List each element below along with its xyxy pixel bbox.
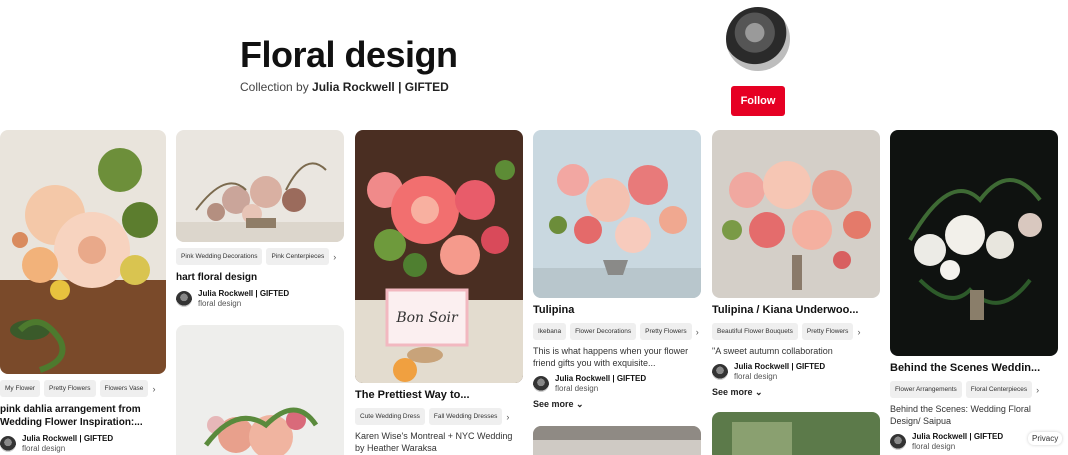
chevron-right-icon[interactable]: › bbox=[506, 412, 509, 422]
tag-chip[interactable]: Pretty Flowers bbox=[640, 323, 692, 340]
pin-title[interactable]: The Prettiest Way to... bbox=[355, 389, 523, 402]
pin-card[interactable]: Tulipina Ikebana Flower Decorations Pret… bbox=[533, 130, 701, 410]
subtitle-prefix: Collection by bbox=[240, 80, 309, 94]
owner-avatar[interactable] bbox=[726, 7, 790, 71]
page-title: Floral design bbox=[240, 34, 458, 75]
avatar bbox=[890, 434, 906, 450]
chevron-right-icon[interactable]: › bbox=[696, 327, 699, 337]
pin-title[interactable]: Tulipina / Kiana Underwoo... bbox=[712, 304, 880, 317]
pin-description: Karen Wise's Montreal + NYC Wedding by H… bbox=[355, 431, 513, 453]
pin-card[interactable]: Bon Soir The Prettiest Way to... Cute We… bbox=[355, 130, 523, 454]
chevron-right-icon[interactable]: › bbox=[857, 327, 860, 337]
tag-chip[interactable]: Flower Decorations bbox=[570, 323, 637, 340]
pin-image[interactable] bbox=[712, 130, 880, 298]
pin-board-name: floral design bbox=[22, 444, 66, 453]
tag-chip[interactable]: Pink Centerpieces bbox=[266, 248, 330, 265]
tag-chip[interactable]: Floral Centerpieces bbox=[965, 381, 1033, 398]
pin-description: Behind the Scenes: Wedding Floral Design… bbox=[890, 404, 1031, 426]
pin-image[interactable] bbox=[0, 130, 166, 374]
pin-board-name: floral design bbox=[198, 299, 242, 308]
pin-user-name: Julia Rockwell | GIFTED bbox=[198, 289, 290, 298]
see-more-label: See more bbox=[712, 387, 753, 397]
pin-image[interactable] bbox=[176, 130, 344, 242]
place-card-text: Bon Soir bbox=[395, 310, 459, 326]
tag-chip[interactable]: Pretty Flowers bbox=[43, 380, 96, 397]
tag-chip[interactable]: Cute Wedding Dress bbox=[355, 408, 425, 425]
board-owner-link[interactable]: Julia Rockwell | GIFTED bbox=[312, 80, 449, 94]
tag-chip[interactable]: My Flower bbox=[0, 380, 40, 397]
pin-title[interactable]: Behind the Scenes Weddin... bbox=[890, 362, 1058, 375]
pin-tags: Cute Wedding Dress Fall Wedding Dresses … bbox=[355, 408, 523, 425]
pin-tags: Pink Wedding Decorations Pink Centerpiec… bbox=[176, 248, 344, 265]
pin-description: This is what happens when your flower fr… bbox=[533, 346, 689, 368]
pin-user-name: Julia Rockwell | GIFTED bbox=[555, 374, 647, 383]
see-more-button[interactable]: See more ⌄ bbox=[712, 387, 880, 398]
pin-board-name: floral design bbox=[734, 372, 778, 381]
board-subtitle: Collection by Julia Rockwell | GIFTED bbox=[240, 80, 449, 94]
pin-user-name: Julia Rockwell | GIFTED bbox=[22, 434, 114, 443]
pin-card[interactable] bbox=[176, 325, 344, 455]
avatar bbox=[712, 364, 728, 380]
pin-attribution[interactable]: Julia Rockwell | GIFTED floral design bbox=[0, 434, 166, 454]
pin-board-name: floral design bbox=[555, 384, 599, 393]
pin-image[interactable] bbox=[533, 130, 701, 298]
tag-chip[interactable]: Flower Arrangements bbox=[890, 381, 962, 398]
pin-user-name: Julia Rockwell | GIFTED bbox=[734, 362, 826, 371]
avatar bbox=[0, 436, 16, 452]
pin-user-name: Julia Rockwell | GIFTED bbox=[912, 432, 1004, 441]
tag-chip[interactable]: Flowers Vase bbox=[99, 380, 149, 397]
pin-tags: Ikebana Flower Decorations Pretty Flower… bbox=[533, 323, 701, 340]
pin-card[interactable] bbox=[712, 412, 880, 455]
chevron-right-icon[interactable]: › bbox=[152, 384, 155, 394]
pin-image[interactable] bbox=[712, 412, 880, 455]
pin-image[interactable]: Bon Soir bbox=[355, 130, 523, 383]
tag-chip[interactable]: Fall Wedding Dresses bbox=[428, 408, 503, 425]
pin-title[interactable]: pink dahlia arrangement from Wedding Flo… bbox=[0, 403, 166, 429]
pin-card[interactable]: Pink Wedding Decorations Pink Centerpiec… bbox=[176, 130, 344, 309]
pin-attribution[interactable]: Julia Rockwell | GIFTED floral design bbox=[712, 362, 880, 382]
tag-chip[interactable]: Pink Wedding Decorations bbox=[176, 248, 263, 265]
privacy-link[interactable]: Privacy bbox=[1028, 432, 1063, 445]
pin-image[interactable] bbox=[890, 130, 1058, 356]
avatar bbox=[533, 376, 549, 392]
follow-button[interactable]: Follow bbox=[731, 86, 785, 116]
chevron-right-icon[interactable]: › bbox=[333, 252, 336, 262]
pin-card[interactable] bbox=[533, 426, 701, 455]
pin-card[interactable]: Behind the Scenes Weddin... Flower Arran… bbox=[890, 130, 1058, 452]
pin-description: "A sweet autumn collaboration bbox=[712, 346, 833, 356]
see-more-button[interactable]: See more ⌄ bbox=[533, 399, 701, 410]
pin-image[interactable] bbox=[533, 426, 701, 455]
avatar bbox=[176, 291, 192, 307]
pin-card[interactable]: Tulipina / Kiana Underwoo... Beautiful F… bbox=[712, 130, 880, 398]
see-more-label: See more bbox=[533, 399, 574, 409]
chevron-right-icon[interactable]: › bbox=[1036, 385, 1039, 395]
pin-card[interactable]: My Flower Pretty Flowers Flowers Vase › … bbox=[0, 130, 166, 454]
tag-chip[interactable]: Ikebana bbox=[533, 323, 567, 340]
chevron-down-icon: ⌄ bbox=[755, 387, 763, 397]
pin-board-name: floral design bbox=[912, 442, 956, 451]
pin-tags: Beautiful Flower Bouquets Pretty Flowers… bbox=[712, 323, 880, 340]
pin-title[interactable]: hart floral design bbox=[176, 271, 344, 284]
pin-tags: My Flower Pretty Flowers Flowers Vase › bbox=[0, 380, 166, 397]
chevron-down-icon: ⌄ bbox=[576, 399, 584, 409]
tag-chip[interactable]: Beautiful Flower Bouquets bbox=[712, 323, 798, 340]
pin-attribution[interactable]: Julia Rockwell | GIFTED floral design bbox=[176, 289, 344, 309]
pin-image[interactable] bbox=[176, 325, 344, 455]
pin-attribution[interactable]: Julia Rockwell | GIFTED floral design bbox=[533, 374, 701, 394]
pin-tags: Flower Arrangements Floral Centerpieces … bbox=[890, 381, 1058, 398]
pin-title[interactable]: Tulipina bbox=[533, 304, 701, 317]
tag-chip[interactable]: Pretty Flowers bbox=[801, 323, 854, 340]
